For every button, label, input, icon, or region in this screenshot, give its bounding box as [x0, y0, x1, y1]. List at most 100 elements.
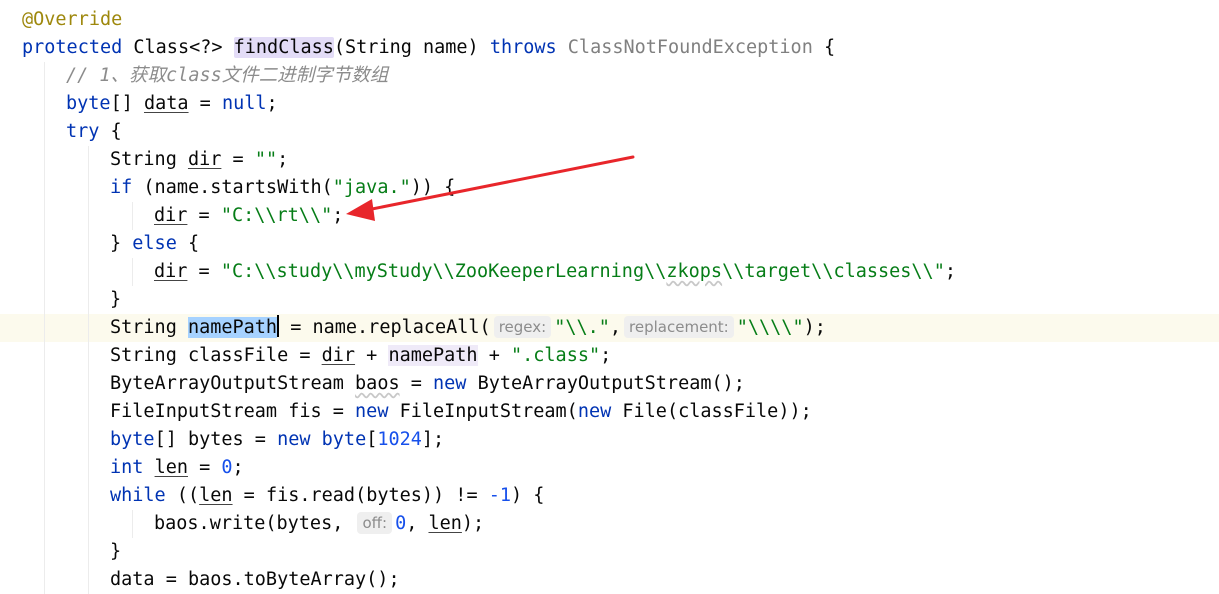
- keyword-new: new: [577, 401, 612, 422]
- code-line-13[interactable]: String classFile = dir + namePath + ".cl…: [0, 342, 1219, 370]
- indent-guide: [22, 230, 66, 258]
- code-line-2[interactable]: protected Class<?> findClass(String name…: [0, 34, 1219, 62]
- code-text: [: [366, 429, 378, 450]
- keyword-byte: byte: [321, 429, 367, 450]
- code-text: );: [803, 317, 826, 338]
- code-line-18[interactable]: while ((len = fis.read(bytes)) != -1) {: [0, 482, 1219, 510]
- code-text: String classFile =: [110, 345, 322, 366]
- code-text: =: [221, 149, 255, 170]
- code-line-21[interactable]: data = baos.toByteArray();: [0, 566, 1219, 594]
- indent-guide: [66, 342, 110, 370]
- code-line-16[interactable]: byte[] bytes = new byte[1024];: [0, 426, 1219, 454]
- indent-guide: [22, 342, 66, 370]
- code-text: =: [187, 261, 221, 282]
- number-literal: 0: [221, 457, 233, 478]
- indent-guide: [22, 118, 66, 146]
- variable-namepath-selected[interactable]: namePath: [187, 317, 278, 338]
- indent-guide: [22, 426, 66, 454]
- code-line-17[interactable]: int len = 0;: [0, 454, 1219, 482]
- string-literal: "\\.": [554, 317, 610, 338]
- string-literal: \\target\\classes\\": [722, 261, 945, 282]
- string-literal-typo: zkops: [666, 261, 723, 282]
- code-line-3[interactable]: // 1、获取class文件二进制字节数组: [0, 62, 1219, 90]
- indent-guide: [66, 286, 110, 314]
- indent-guide: [22, 146, 66, 174]
- indent-guide: [66, 314, 110, 342]
- variable-len[interactable]: len: [199, 485, 232, 506]
- code-text: {: [99, 121, 122, 142]
- indent-guide: [66, 174, 110, 202]
- code-text: Class<?>: [122, 37, 234, 58]
- code-line-8[interactable]: dir = "C:\\rt\\";: [0, 202, 1219, 230]
- code-text: ,: [406, 513, 429, 534]
- indent-guide: [66, 426, 110, 454]
- indent-guide: [22, 62, 66, 90]
- keyword-byte: byte: [110, 429, 155, 450]
- variable-namepath-usage[interactable]: namePath: [388, 345, 478, 366]
- string-literal-rt-path: "C:\\rt\\": [220, 205, 333, 226]
- code-line-19[interactable]: baos.write(bytes, off: 0, len);: [0, 510, 1219, 538]
- indent-guide: [66, 566, 110, 594]
- number-literal: 0: [395, 513, 407, 534]
- param-hint-regex: regex:: [493, 316, 552, 338]
- indent-guide: [66, 370, 110, 398]
- keyword-int: int: [110, 457, 144, 478]
- code-line-15[interactable]: FileInputStream fis = new FileInputStrea…: [0, 398, 1219, 426]
- indent-guide: [22, 314, 66, 342]
- code-line-11[interactable]: }: [0, 286, 1219, 314]
- indent-guide: [22, 566, 66, 594]
- keyword-null: null: [221, 93, 267, 114]
- code-line-9[interactable]: } else {: [0, 230, 1219, 258]
- keyword-throws: throws: [489, 37, 557, 58]
- variable-len[interactable]: len: [428, 513, 461, 534]
- code-line-1[interactable]: @Override: [0, 6, 1219, 34]
- indent-guide: [22, 482, 66, 510]
- indent-guide: [66, 538, 110, 566]
- variable-dir[interactable]: dir: [322, 345, 355, 366]
- code-text: = fis.read(bytes)) !=: [232, 485, 489, 506]
- code-text: ;: [277, 149, 289, 170]
- code-line-10[interactable]: dir = "C:\\study\\myStudy\\ZooKeeperLear…: [0, 258, 1219, 286]
- keyword-while: while: [110, 485, 166, 506]
- code-text: =: [399, 373, 434, 394]
- method-name-findclass[interactable]: findClass: [233, 37, 334, 58]
- variable-dir[interactable]: dir: [188, 149, 221, 170]
- code-text: ;: [944, 261, 956, 282]
- code-text: = name.replaceAll(: [279, 317, 491, 338]
- number-literal: 1024: [377, 429, 422, 450]
- indent-guide: [66, 482, 110, 510]
- code-line-20[interactable]: }: [0, 538, 1219, 566]
- code-text: ByteArrayOutputStream: [110, 373, 356, 394]
- code-text: ;: [266, 93, 278, 114]
- code-text: }: [110, 289, 122, 310]
- variable-dir[interactable]: dir: [154, 205, 187, 226]
- string-literal: "java.": [332, 177, 411, 198]
- variable-baos[interactable]: baos: [355, 373, 400, 394]
- indent-guide: [22, 286, 66, 314]
- variable-dir[interactable]: dir: [154, 261, 187, 282]
- indent-guide: [66, 510, 110, 538]
- code-line-14[interactable]: ByteArrayOutputStream baos = new ByteArr…: [0, 370, 1219, 398]
- code-text: String: [110, 317, 188, 338]
- indent-guide: [110, 202, 154, 230]
- code-text: );: [461, 513, 485, 534]
- variable-len[interactable]: len: [155, 457, 188, 478]
- code-line-7[interactable]: if (name.startsWith("java.")) {: [0, 174, 1219, 202]
- code-text: FileInputStream fis =: [110, 401, 356, 422]
- code-text: File(classFile));: [611, 401, 812, 422]
- number-literal: -1: [488, 485, 512, 506]
- variable-data[interactable]: data: [144, 93, 189, 114]
- indent-guide: [22, 90, 66, 118]
- code-line-6[interactable]: String dir = "";: [0, 146, 1219, 174]
- code-line-4[interactable]: byte[] data = null;: [0, 90, 1219, 118]
- code-text: (name.startsWith(: [132, 177, 333, 198]
- code-line-5[interactable]: try {: [0, 118, 1219, 146]
- code-text: data = baos.toByteArray();: [110, 569, 400, 590]
- exception-type[interactable]: ClassNotFoundException: [568, 37, 813, 58]
- code-text: ByteArrayOutputStream();: [466, 373, 745, 394]
- code-text: ;: [332, 205, 344, 226]
- code-line-12-current[interactable]: String namePath = name.replaceAll(regex:…: [0, 314, 1219, 342]
- keyword-else: else: [132, 233, 177, 254]
- code-text: ;: [232, 457, 244, 478]
